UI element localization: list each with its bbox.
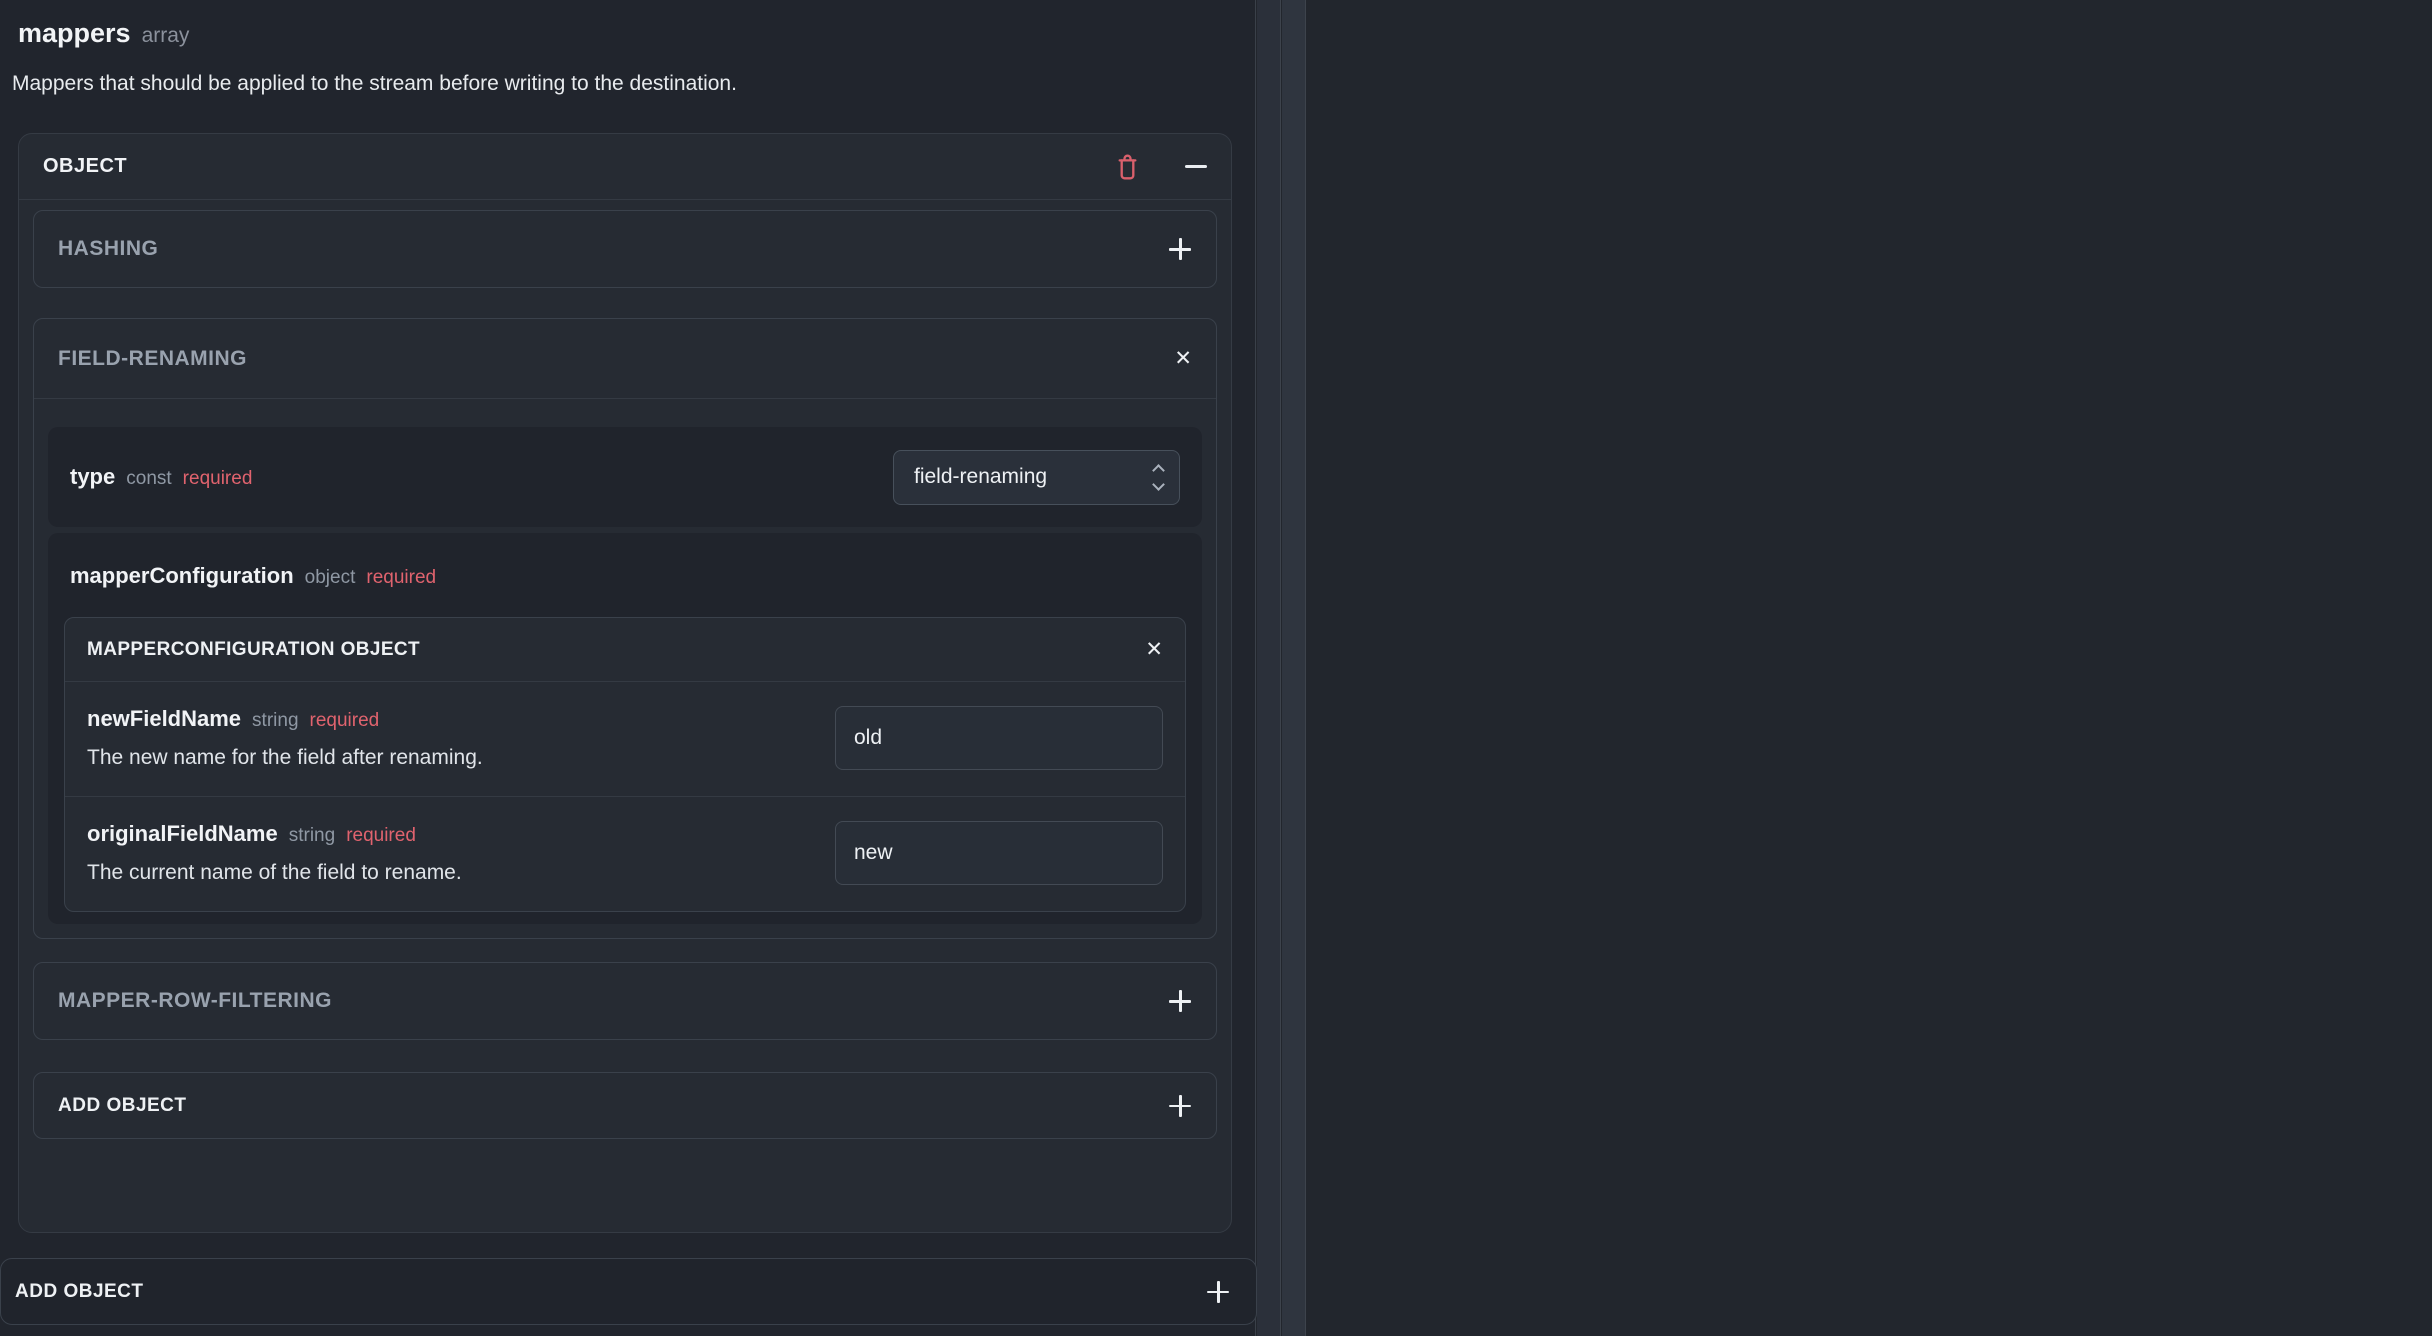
prop-kind: const	[126, 468, 172, 489]
prop-name: newFieldName	[87, 706, 242, 731]
originalFieldName-input[interactable]	[835, 821, 1163, 885]
object-card: OBJECT HASHING FIELD-RENAMING ✕ type con…	[18, 133, 1232, 1233]
add-object-button[interactable]: ADD OBJECT	[33, 1072, 1217, 1139]
add-object-label: ADD OBJECT	[58, 1094, 187, 1116]
mapper-configuration-object-card: MAPPERCONFIGURATION OBJECT ✕ newFieldNam…	[64, 617, 1186, 912]
type-select-value: field-renaming	[914, 465, 1048, 488]
close-icon[interactable]: ✕	[1145, 639, 1163, 660]
newFieldName-input[interactable]	[835, 706, 1163, 770]
field-row-text: newFieldName string required The new nam…	[87, 706, 811, 770]
field-prop-line: newFieldName string required	[87, 706, 811, 732]
field-renaming-label: FIELD-RENAMING	[58, 346, 247, 370]
object-card-actions	[1114, 152, 1207, 181]
add-object-label: ADD OBJECT	[15, 1280, 144, 1302]
schema-panel: mappers array Mappers that should be app…	[0, 0, 1257, 1336]
panel-scrollbar-track[interactable]	[1257, 0, 1281, 1336]
prop-required-badge: required	[309, 710, 380, 731]
plus-icon[interactable]	[1206, 1280, 1230, 1304]
field-name: mappers	[18, 18, 131, 48]
prop-required-badge: required	[346, 825, 416, 846]
section-mapper-row-filtering[interactable]: MAPPER-ROW-FILTERING	[33, 962, 1217, 1040]
mapper-configuration-prop-line: mapperConfiguration object required	[64, 563, 1186, 617]
collapse-minus-icon[interactable]	[1185, 165, 1207, 168]
field-prop-line: originalFieldName string required	[87, 821, 811, 847]
field-row-newFieldName: newFieldName string required The new nam…	[65, 682, 1185, 796]
section-hashing[interactable]: HASHING	[33, 210, 1217, 288]
field-description: The new name for the field after renamin…	[87, 746, 483, 769]
trash-icon[interactable]	[1114, 152, 1141, 181]
type-select[interactable]: field-renaming	[893, 449, 1180, 505]
mapper-configuration-object-title: MAPPERCONFIGURATION OBJECT	[87, 638, 421, 660]
mapper-configuration-object-header: MAPPERCONFIGURATION OBJECT ✕	[65, 618, 1185, 682]
field-renaming-body: type const required field-renaming mappe…	[34, 399, 1216, 938]
section-mapper-row-filtering-label: MAPPER-ROW-FILTERING	[58, 989, 332, 1012]
add-object-bottom-button[interactable]: ADD OBJECT	[0, 1258, 1257, 1325]
object-card-title: OBJECT	[43, 155, 128, 177]
object-card-header: OBJECT	[19, 134, 1231, 200]
plus-icon[interactable]	[1168, 237, 1192, 261]
field-row-text: originalFieldName string required The cu…	[87, 821, 811, 885]
prop-name: mapperConfiguration	[70, 563, 294, 588]
prop-kind: object	[304, 567, 356, 588]
field-description: Mappers that should be applied to the st…	[12, 72, 737, 95]
plus-icon[interactable]	[1168, 989, 1192, 1013]
field-type-badge: array	[141, 24, 190, 47]
panel-scrollbar-thumb[interactable]	[1282, 0, 1306, 1336]
request-column: CURL REQUEST EXAMPLES 1curl --request PA…	[1307, 0, 2432, 1336]
mapper-configuration-panel: mapperConfiguration object required MAPP…	[48, 533, 1202, 924]
type-prop-line: type const required	[70, 464, 252, 490]
section-hashing-label: HASHING	[58, 237, 159, 260]
prop-name: originalFieldName	[87, 821, 278, 846]
stepper-icon	[1152, 463, 1165, 491]
plus-icon[interactable]	[1168, 1094, 1192, 1118]
prop-kind: string	[252, 710, 299, 731]
field-heading: mappers array	[18, 18, 189, 49]
prop-kind: string	[288, 825, 336, 846]
prop-required-badge: required	[366, 567, 437, 588]
field-row-originalFieldName: originalFieldName string required The cu…	[65, 796, 1185, 911]
type-row: type const required field-renaming	[48, 427, 1202, 527]
close-icon[interactable]: ✕	[1174, 348, 1192, 369]
section-field-renaming: FIELD-RENAMING ✕ type const required fie…	[33, 318, 1217, 939]
prop-required-badge: required	[182, 468, 253, 489]
prop-name: type	[70, 464, 116, 489]
field-renaming-header: FIELD-RENAMING ✕	[34, 319, 1216, 399]
field-description: The current name of the field to rename.	[87, 861, 462, 884]
